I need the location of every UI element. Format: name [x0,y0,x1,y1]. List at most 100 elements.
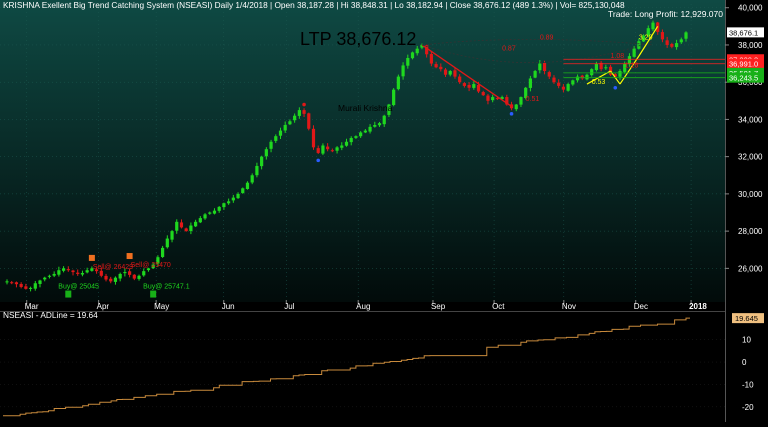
candle-body [250,175,254,183]
candle-body [123,272,127,274]
candle-body [293,115,297,121]
x-tick-label: Oct [492,302,505,311]
candle-body [264,149,268,157]
candle-body [311,128,316,148]
candle-body [382,115,386,125]
candle-body [132,274,136,279]
chart-header-title: KRISHNA Exellent Big Trend Catching Syst… [3,0,625,10]
indicator-title: NSEASI - ADLine = 19.64 [3,310,98,320]
candle-body [401,65,405,77]
indicator-y-tick-label: -20 [742,403,754,412]
candle-body [429,53,433,64]
x-tick-label: May [154,302,169,311]
candle-body [340,145,344,148]
chart-window: 0.89 0.87 1.08 0.51 0.53 1.16 3.20 Sell@ 26429 S… [0,0,768,422]
fib-label: 1.08 [611,53,625,60]
y-tick-label: 38,000 [738,41,763,50]
candle-body [85,270,89,273]
candle-body [255,165,259,176]
indicator-y-tick-label: 10 [742,336,751,345]
candle-body [208,212,212,214]
candle-body [227,201,231,204]
candle-body [57,270,61,275]
candle-body [113,277,118,282]
candle-body [670,43,674,47]
fib-label: 0.87 [502,46,516,53]
fib-label: 0.89 [540,34,554,41]
candle-body [302,110,306,114]
candle-body [566,84,570,91]
candle-body [66,269,70,271]
candle-body [660,32,665,40]
candle-body [24,286,28,289]
candle-body [316,148,320,153]
candle-body [674,43,679,48]
x-tick-label: Jun [222,302,235,311]
adline-last-value: 19.645 [735,314,758,323]
x-tick-label: Aug [356,302,370,311]
candle-body [71,270,75,273]
candle-body [321,145,325,154]
x-tick-label: Apr [97,302,110,311]
candle-body [19,283,23,287]
candle-body [198,218,202,223]
swing-low-marker [509,112,514,116]
candle-body [194,221,198,227]
candle-body [453,70,457,77]
candle-body [359,132,363,137]
candle-body [236,193,240,199]
candle-body [519,97,523,105]
swing-high-marker [302,102,306,107]
candle-body [410,52,415,59]
price-label-text: 36,991.0 [729,60,758,69]
candle-body [443,69,448,75]
candle-body [618,71,622,77]
candle-body [52,273,56,276]
price-label-text: 38,676.1 [729,28,758,37]
candle-body [231,197,235,201]
candle-body [458,76,462,83]
candle-body [104,275,108,280]
candle-body [33,283,37,289]
candle-body [542,63,547,72]
candle-body [585,74,589,80]
candle-body [406,57,410,66]
candle-body [179,222,184,228]
candle-body [326,146,330,150]
candle-body [561,86,566,90]
candle-body [373,125,377,127]
sell-signal-label: Sell@ 26429 [93,264,133,271]
candle-body [161,247,165,257]
buy-signal-label: Buy@ 25045 [58,284,99,291]
candle-body [76,272,80,274]
sell-signal-label: Sell@ 25470 [131,262,171,269]
candle-body [604,67,608,69]
candle-body [415,48,419,54]
y-tick-label: 32,000 [738,153,763,162]
swing-low-marker [613,85,618,90]
candle-body [354,136,358,138]
candle-body [109,278,113,282]
x-tick-label: Jul [284,302,294,311]
candle-body [533,71,537,78]
candle-body [127,271,132,275]
ltp-label: LTP 38,676.12 [300,29,416,49]
price-label-text: 36,243.5 [729,74,758,83]
candle-body [170,231,174,240]
candle-body [217,206,221,211]
candle-body [142,271,146,276]
candle-body [330,150,334,152]
y-tick-label: 34,000 [738,115,763,124]
candle-body [439,66,443,70]
x-tick-label: Sep [431,302,446,311]
fib-label: 0.53 [592,79,606,86]
candle-body [274,136,278,141]
indicator-pane-background [0,312,725,422]
candle-body [245,182,250,190]
candle-body [396,76,400,90]
candle-body [260,156,264,167]
indicator-y-tick-label: 0 [742,358,747,367]
candle-body [99,270,103,276]
candle-body [679,39,683,43]
candle-body [552,77,556,83]
